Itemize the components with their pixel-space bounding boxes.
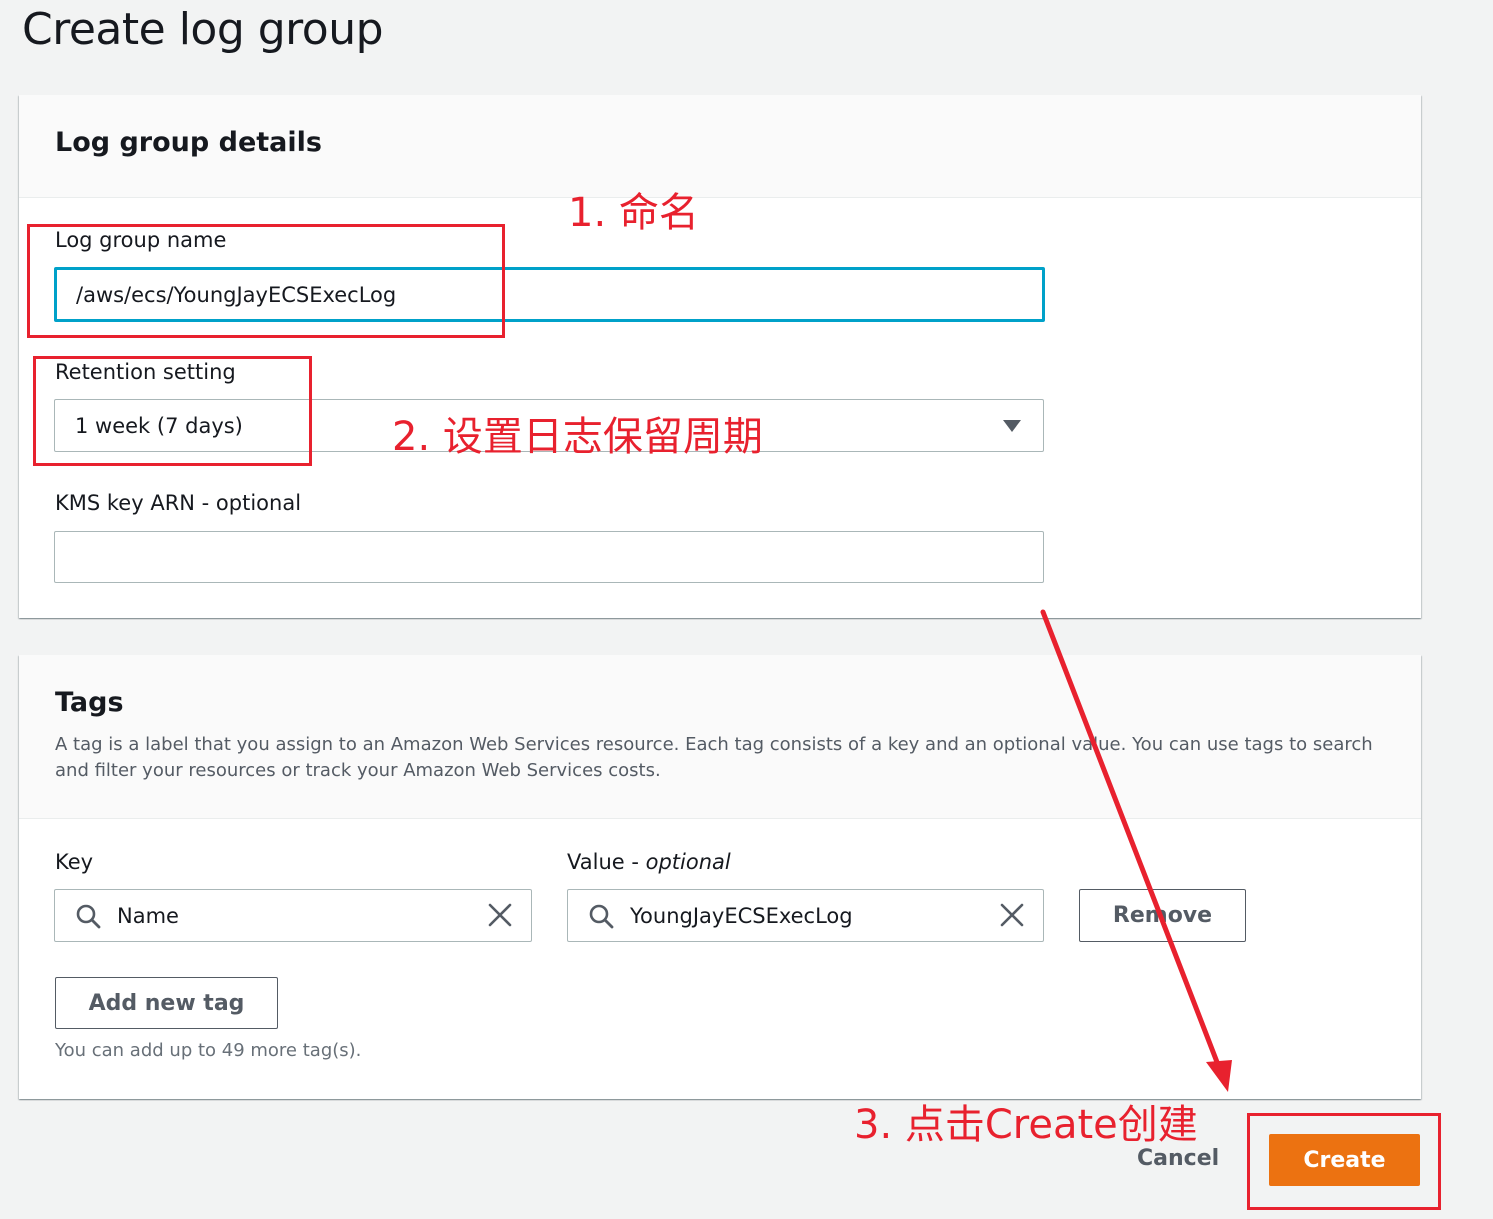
kms-key-label: KMS key ARN - optional: [55, 491, 302, 515]
retention-setting-value: 1 week (7 days): [75, 413, 243, 438]
log-group-name-input[interactable]: /aws/ecs/YoungJayECSExecLog: [54, 267, 1045, 322]
kms-key-input[interactable]: [54, 531, 1044, 583]
annotation-step-3: 3. 点击Create创建: [854, 1102, 1198, 1148]
tags-title: Tags: [55, 687, 124, 718]
retention-setting-label: Retention setting: [55, 360, 236, 384]
tag-value-input[interactable]: YoungJayECSExecLog: [567, 889, 1044, 942]
tag-key-input[interactable]: Name: [54, 889, 532, 942]
annotation-step-2: 2. 设置日志保留周期: [392, 414, 763, 460]
close-icon[interactable]: [999, 902, 1025, 928]
panel-title: Log group details: [55, 127, 322, 158]
add-new-tag-button[interactable]: Add new tag: [55, 977, 278, 1029]
tags-hint: You can add up to 49 more tag(s).: [55, 1040, 362, 1061]
caret-down-icon: [1003, 419, 1021, 432]
tags-panel: Tags A tag is a label that you assign to…: [19, 655, 1421, 1099]
tag-key-value: Name: [117, 903, 179, 928]
tag-value-label-optional: optional: [645, 850, 731, 874]
search-icon: [76, 904, 101, 929]
panel-header: Tags A tag is a label that you assign to…: [19, 655, 1421, 819]
page-title: Create log group: [22, 4, 384, 55]
tag-value-label-prefix: Value -: [567, 850, 646, 874]
create-button[interactable]: Create: [1269, 1134, 1420, 1186]
annotation-step-1: 1. 命名: [568, 190, 699, 236]
close-icon[interactable]: [487, 902, 513, 928]
search-icon: [589, 904, 614, 929]
panel-header: Log group details: [19, 95, 1421, 198]
log-group-name-value: /aws/ecs/YoungJayECSExecLog: [76, 282, 397, 307]
tag-value-value: YoungJayECSExecLog: [630, 903, 853, 928]
log-group-name-label: Log group name: [55, 228, 227, 252]
tags-description: A tag is a label that you assign to an A…: [55, 734, 1373, 781]
tag-key-label: Key: [55, 850, 94, 874]
tag-value-label: Value - optional: [567, 850, 731, 874]
remove-tag-button[interactable]: Remove: [1079, 889, 1246, 942]
log-group-details-panel: Log group details Log group name /aws/ec…: [19, 95, 1421, 618]
